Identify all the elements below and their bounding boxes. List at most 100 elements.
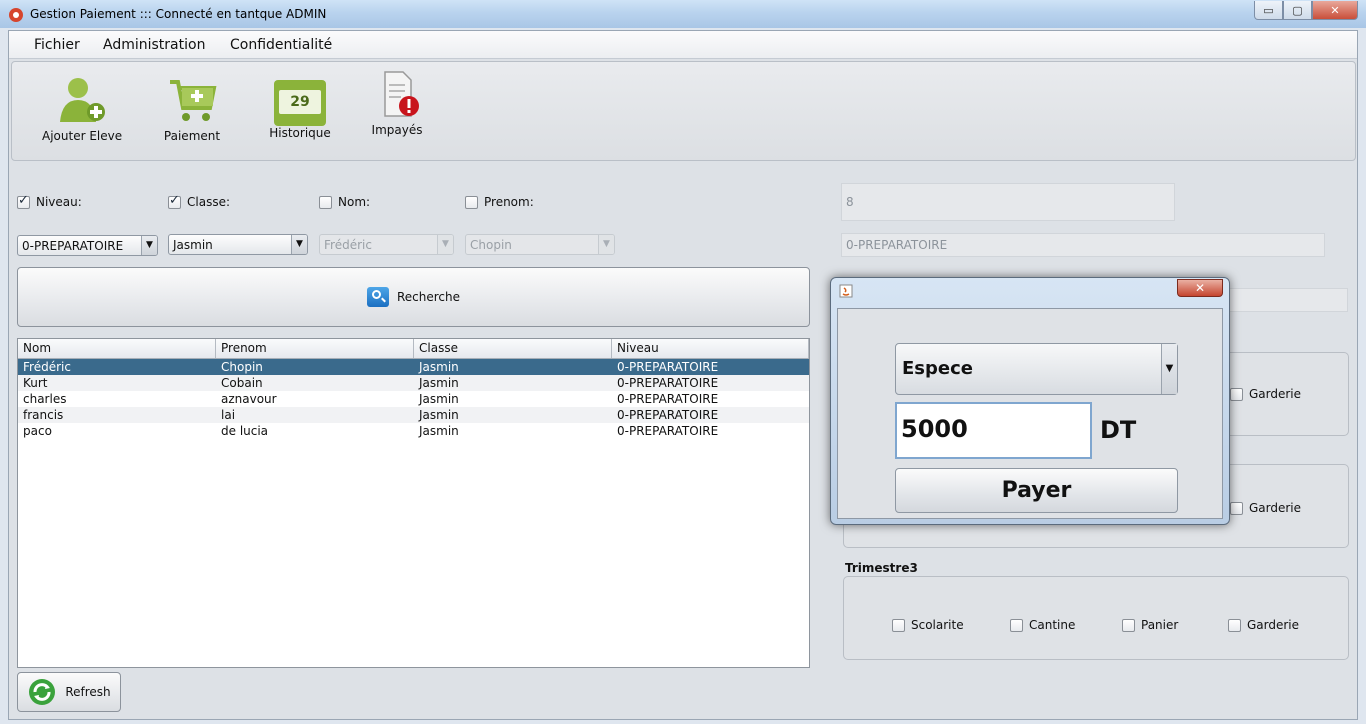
checkbox-box[interactable] — [319, 195, 332, 209]
niveau-checkbox[interactable]: Niveau: — [17, 193, 82, 209]
garderie-checkbox[interactable]: Garderie — [1228, 618, 1299, 632]
payment-mode-select[interactable]: Espece ▼ — [895, 343, 1178, 395]
cell-niveau: 0-PREPARATOIRE — [617, 424, 719, 438]
cell-classe: Jasmin — [419, 392, 459, 406]
checkbox-box[interactable] — [1230, 387, 1243, 401]
niveau-combo[interactable]: 0-PREPARATOIRE ▼ — [17, 235, 158, 256]
app-logo-icon — [9, 8, 23, 22]
menu-fichier[interactable]: Fichier — [34, 37, 80, 53]
cell-prenom: Chopin — [221, 360, 263, 374]
document-warning-icon — [384, 71, 419, 117]
maximize-button[interactable]: ▢ — [1283, 1, 1312, 20]
panier-checkbox[interactable]: Panier — [1122, 618, 1178, 632]
amount-input[interactable]: 5000 — [895, 402, 1092, 459]
cell-nom: francis — [23, 408, 64, 422]
cell-prenom: aznavour — [221, 392, 277, 406]
column-header-classe[interactable]: Classe — [414, 339, 612, 358]
minimize-button[interactable]: ▭ — [1254, 1, 1283, 20]
column-header-prenom[interactable]: Prenom — [216, 339, 414, 358]
calendar-day: 29 — [279, 90, 321, 114]
nom-combo: Frédéric ▼ — [319, 234, 454, 255]
column-header-nom[interactable]: Nom — [18, 339, 216, 358]
dialog-titlebar: ✕ — [831, 278, 1229, 302]
toolbar: Ajouter Eleve Paiement 29 Historique Imp… — [11, 61, 1356, 161]
nom-checkbox[interactable]: Nom: — [319, 195, 370, 209]
cell-niveau: 0-PREPARATOIRE — [617, 392, 719, 406]
prenom-checkbox[interactable]: Prenom: — [465, 195, 534, 209]
checkbox-box[interactable] — [1122, 618, 1135, 632]
niveau-combo-value: 0-PREPARATOIRE — [22, 239, 124, 253]
refresh-label: Refresh — [65, 685, 111, 699]
classe-combo[interactable]: Jasmin ▼ — [168, 234, 308, 255]
prenom-combo: Chopin ▼ — [465, 234, 615, 255]
chevron-down-icon: ▼ — [437, 235, 453, 254]
student-extra-field — [1229, 288, 1348, 312]
garderie-checkbox[interactable]: Garderie — [1230, 501, 1301, 515]
table-row[interactable]: paco de lucia Jasmin 0-PREPARATOIRE — [18, 423, 809, 439]
cell-nom: paco — [23, 424, 52, 438]
payment-button[interactable]: Paiement — [152, 76, 232, 143]
checkbox-box[interactable] — [1010, 618, 1023, 632]
java-icon — [839, 284, 853, 298]
chevron-down-icon[interactable]: ▼ — [291, 235, 307, 254]
history-label: Historique — [269, 126, 331, 140]
checkbox-box[interactable] — [892, 618, 905, 632]
cell-classe: Jasmin — [419, 376, 459, 390]
classe-checkbox[interactable]: Classe: — [168, 193, 230, 209]
panier-label: Panier — [1141, 618, 1179, 632]
search-button-label: Recherche — [396, 290, 461, 304]
checkbox-box[interactable] — [17, 193, 30, 209]
nom-checkbox-label: Nom: — [338, 195, 371, 209]
garderie-label: Garderie — [1247, 618, 1300, 632]
dialog-close-button[interactable]: ✕ — [1177, 279, 1223, 297]
checkbox-box[interactable] — [168, 193, 181, 209]
student-id-field: 8 — [841, 183, 1175, 221]
window-title: Gestion Paiement ::: Connecté en tantque… — [30, 7, 327, 21]
add-student-button[interactable]: Ajouter Eleve — [42, 74, 122, 143]
nom-combo-value: Frédéric — [324, 238, 372, 252]
prenom-combo-value: Chopin — [470, 238, 512, 252]
cell-niveau: 0-PREPARATOIRE — [617, 360, 719, 374]
students-table[interactable]: Nom Prenom Classe Niveau Frédéric Chopin… — [17, 338, 810, 668]
cell-prenom: lai — [221, 408, 236, 422]
currency-label: DT — [1100, 416, 1137, 444]
dialog-body: Espece ▼ 5000 DT Payer — [837, 308, 1223, 519]
cell-nom: charles — [23, 392, 67, 406]
search-button[interactable]: Recherche — [17, 267, 810, 327]
unpaid-button[interactable]: Impayés — [357, 70, 437, 137]
checkbox-box[interactable] — [1230, 501, 1243, 515]
payment-dialog: ✕ Espece ▼ 5000 DT Payer — [830, 277, 1230, 525]
table-row[interactable]: francis lai Jasmin 0-PREPARATOIRE — [18, 407, 809, 423]
table-header: Nom Prenom Classe Niveau — [18, 339, 809, 359]
table-row[interactable]: Kurt Cobain Jasmin 0-PREPARATOIRE — [18, 375, 809, 391]
menu-confidentialite[interactable]: Confidentialité — [230, 37, 332, 53]
scolarite-checkbox[interactable]: Scolarite — [892, 618, 964, 632]
garderie-label: Garderie — [1249, 501, 1302, 515]
table-row[interactable]: charles aznavour Jasmin 0-PREPARATOIRE — [18, 391, 809, 407]
table-row[interactable]: Frédéric Chopin Jasmin 0-PREPARATOIRE — [18, 359, 809, 375]
history-button[interactable]: 29 Historique — [260, 76, 340, 140]
cell-nom: Frédéric — [23, 360, 71, 374]
checkbox-box[interactable] — [1228, 618, 1241, 632]
student-niveau-field: 0-PREPARATOIRE — [841, 233, 1325, 257]
pay-button[interactable]: Payer — [895, 468, 1178, 513]
checkbox-box[interactable] — [465, 195, 478, 209]
menu-administration[interactable]: Administration — [103, 37, 205, 53]
cell-prenom: Cobain — [221, 376, 263, 390]
chevron-down-icon[interactable]: ▼ — [1161, 344, 1177, 394]
add-student-label: Ajouter Eleve — [42, 129, 123, 143]
garderie-label: Garderie — [1249, 387, 1302, 401]
scolarite-label: Scolarite — [911, 618, 964, 632]
chevron-down-icon: ▼ — [598, 235, 614, 254]
refresh-button[interactable]: Refresh — [17, 672, 121, 712]
unpaid-label: Impayés — [371, 123, 423, 137]
column-header-niveau[interactable]: Niveau — [612, 339, 809, 358]
cantine-checkbox[interactable]: Cantine — [1010, 618, 1075, 632]
cell-prenom: de lucia — [221, 424, 269, 438]
calendar-icon: 29 — [274, 76, 326, 126]
garderie-checkbox[interactable]: Garderie — [1230, 387, 1301, 401]
close-button[interactable]: ✕ — [1312, 1, 1358, 20]
chevron-down-icon[interactable]: ▼ — [141, 236, 157, 255]
cell-niveau: 0-PREPARATOIRE — [617, 376, 719, 390]
classe-checkbox-label: Classe: — [187, 195, 230, 209]
